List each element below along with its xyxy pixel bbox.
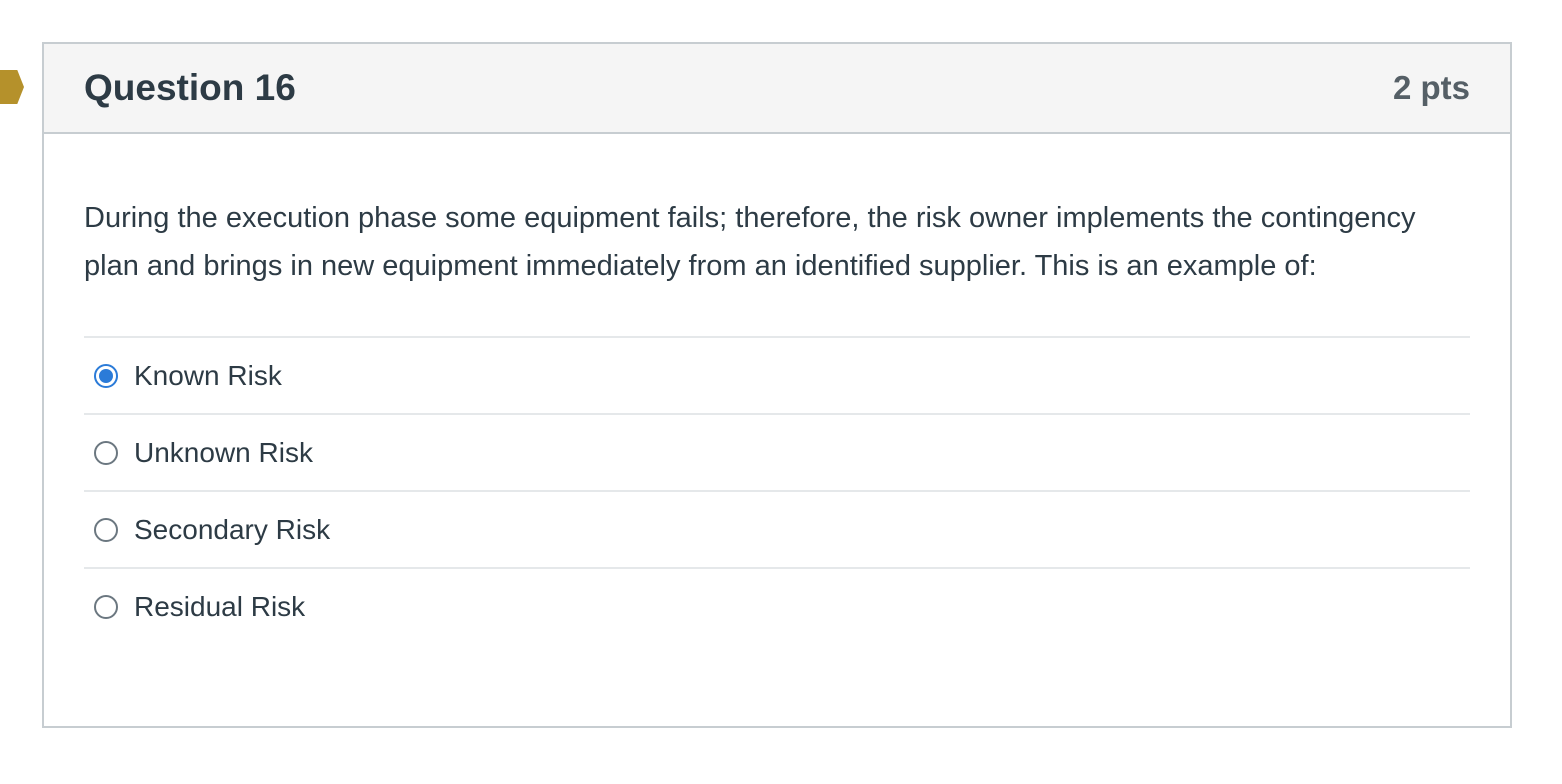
answer-option-residual-risk[interactable]: Residual Risk [84, 569, 1470, 644]
answer-label: Residual Risk [134, 590, 306, 622]
question-header: Question 16 2 pts [44, 44, 1510, 134]
radio-button-icon[interactable] [94, 440, 118, 465]
answer-option-unknown-risk[interactable]: Unknown Risk [84, 415, 1470, 492]
question-points: 2 pts [1392, 69, 1470, 106]
answer-option-known-risk[interactable]: Known Risk [84, 338, 1470, 415]
answer-label: Secondary Risk [134, 513, 331, 545]
radio-button-icon[interactable] [94, 363, 118, 388]
radio-button-icon[interactable] [94, 594, 118, 619]
question-card: Question 16 2 pts During the execution p… [42, 42, 1512, 728]
question-title: Question 16 [84, 67, 296, 108]
radio-button-icon[interactable] [94, 517, 118, 542]
answer-list: Known Risk Unknown Risk Secondary Risk R… [84, 336, 1470, 644]
flag-icon[interactable] [0, 70, 24, 104]
answer-option-secondary-risk[interactable]: Secondary Risk [84, 492, 1470, 569]
question-body: During the execution phase some equipmen… [44, 134, 1510, 644]
answer-label: Known Risk [134, 359, 282, 391]
answer-label: Unknown Risk [134, 436, 313, 468]
question-text: During the execution phase some equipmen… [84, 202, 1416, 282]
